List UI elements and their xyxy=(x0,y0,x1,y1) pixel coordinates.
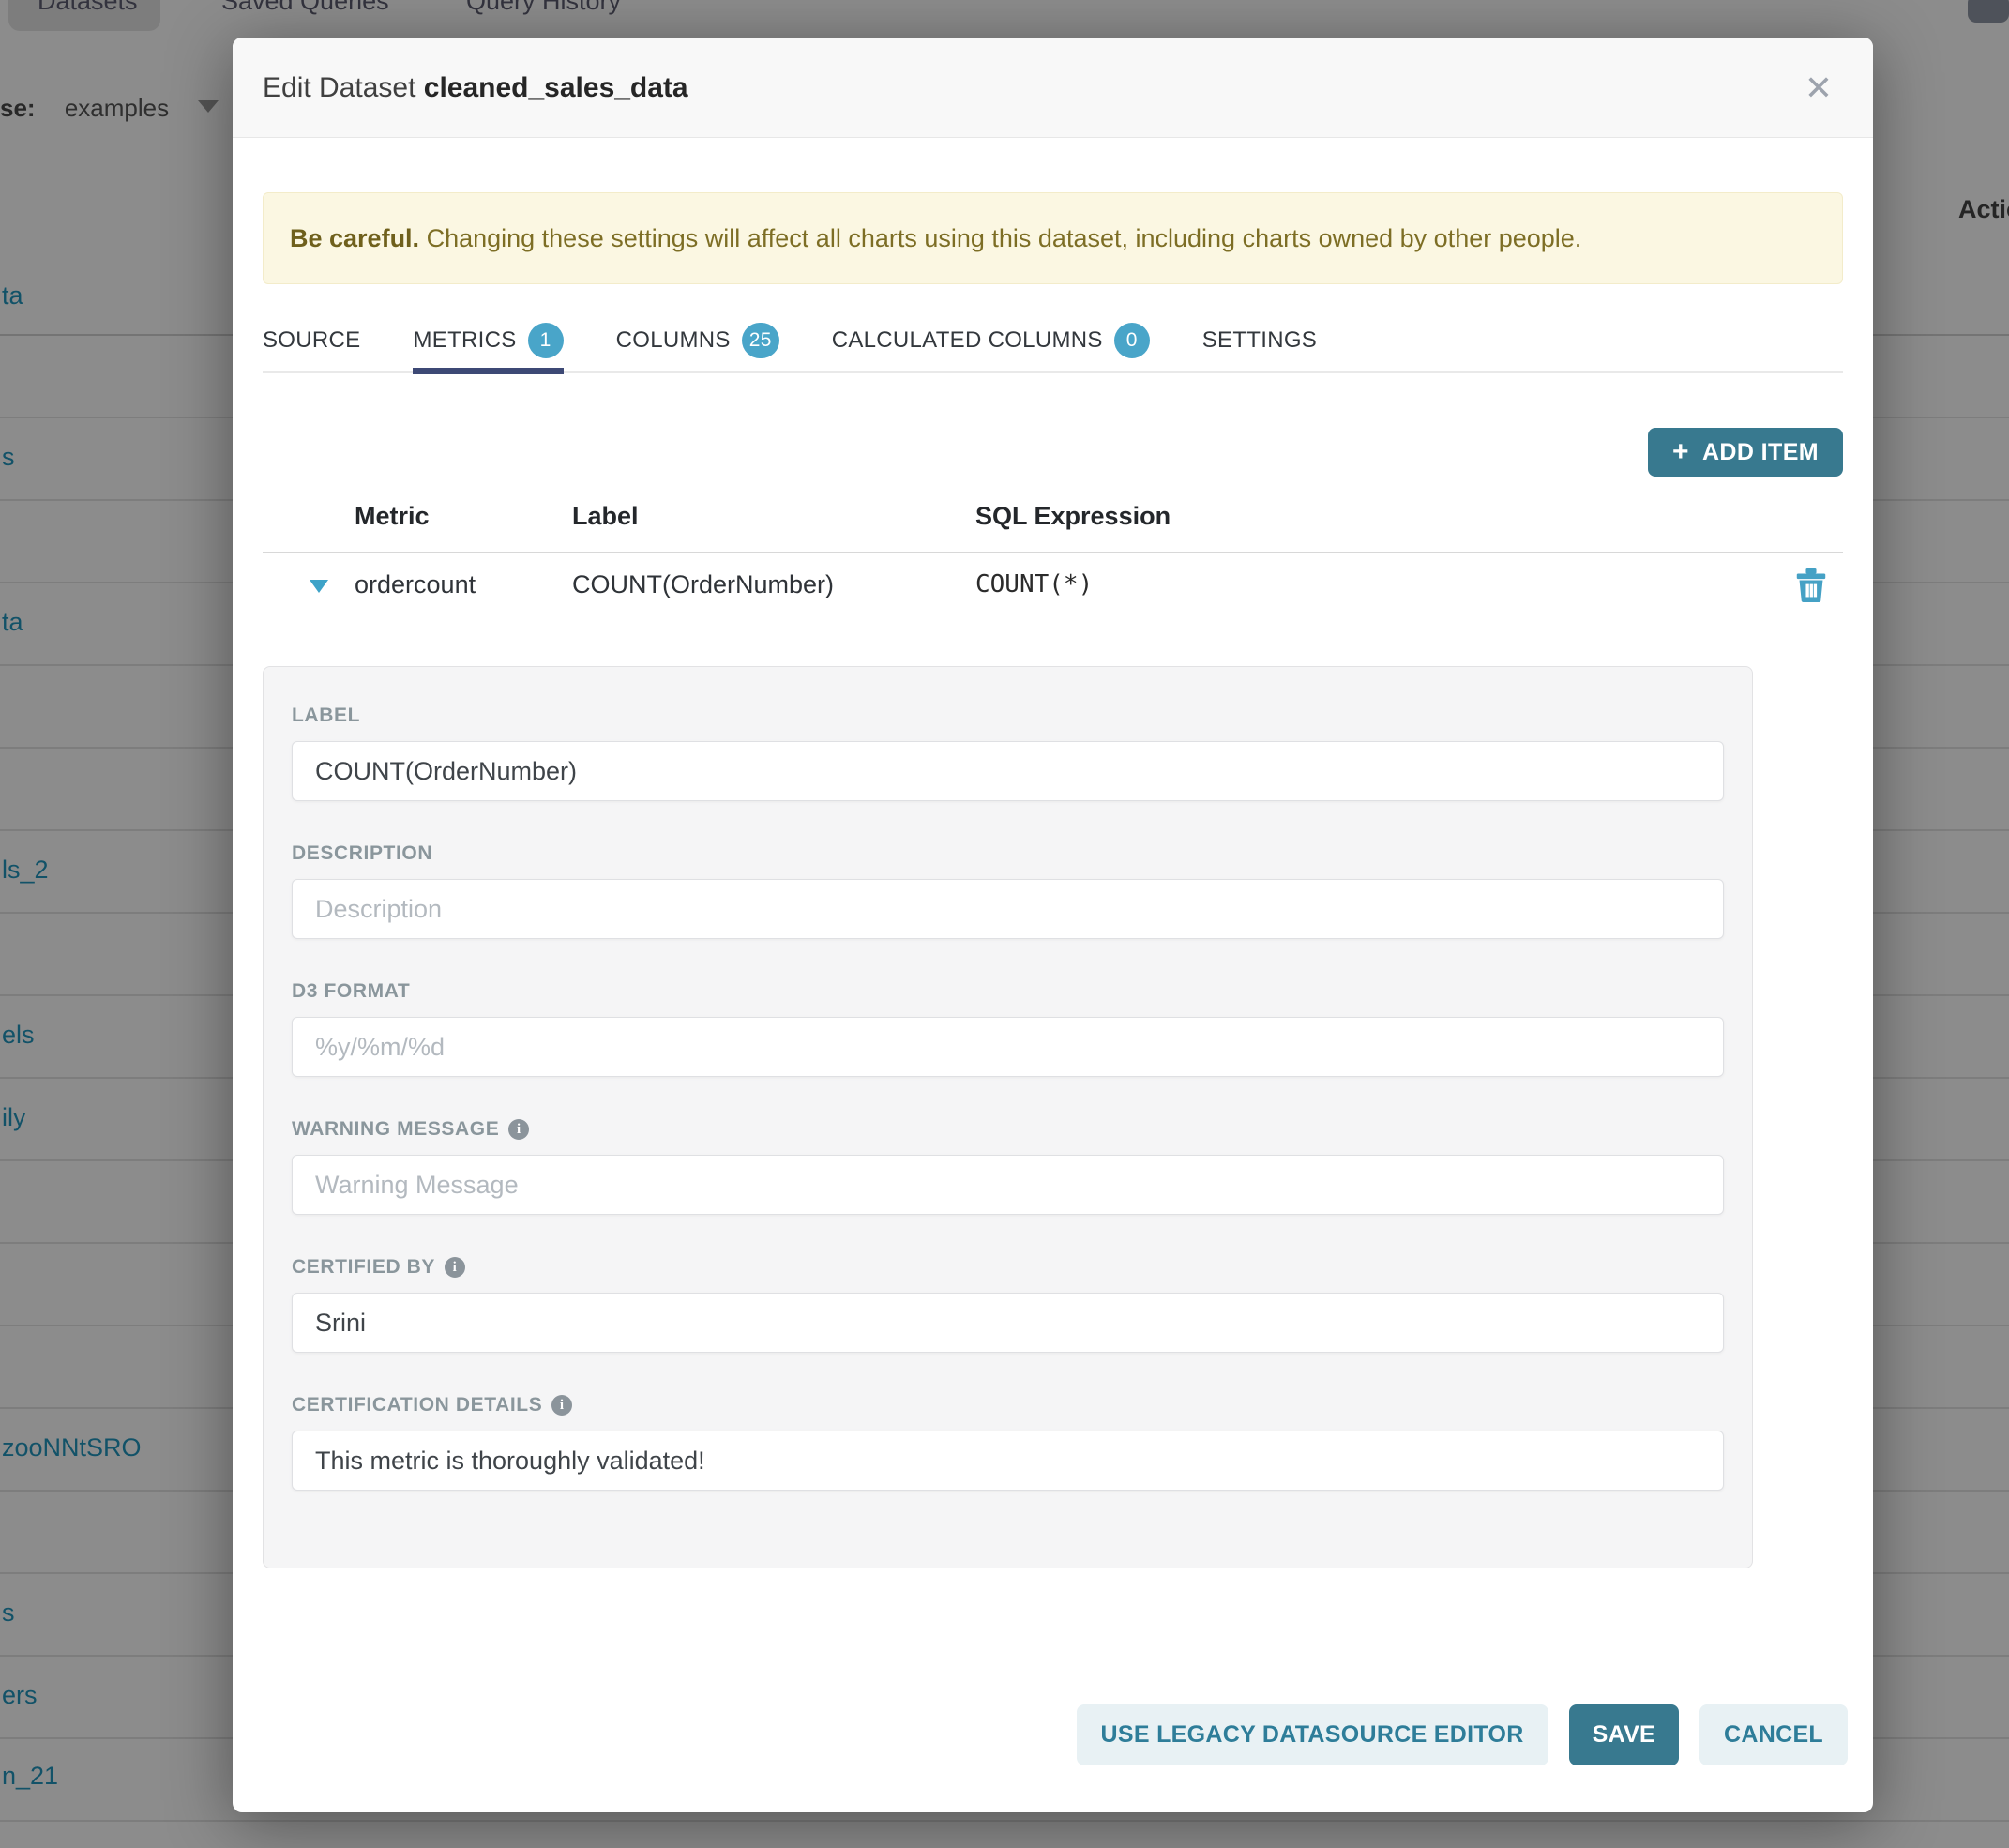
column-header-label: Label xyxy=(572,502,639,531)
metric-name-cell: ordercount xyxy=(355,570,476,599)
label-field-group: LABEL xyxy=(292,704,1724,801)
d3-format-field-title: D3 FORMAT xyxy=(292,980,1724,1003)
info-icon: i xyxy=(508,1119,529,1140)
trash-icon[interactable] xyxy=(1795,568,1827,602)
tab-settings-label: SETTINGS xyxy=(1202,327,1317,354)
cancel-button[interactable]: CANCEL xyxy=(1699,1704,1848,1765)
d3-format-input[interactable] xyxy=(292,1017,1724,1077)
add-item-label: ADD ITEM xyxy=(1702,439,1819,466)
metric-label-cell: COUNT(OrderNumber) xyxy=(572,570,834,599)
tab-metrics[interactable]: METRICS 1 xyxy=(413,309,563,372)
description-input[interactable] xyxy=(292,879,1724,939)
label-field-title: LABEL xyxy=(292,704,1724,727)
tab-source[interactable]: SOURCE xyxy=(263,309,360,372)
description-field-group: DESCRIPTION xyxy=(292,842,1724,939)
info-icon: i xyxy=(551,1395,572,1416)
screen: Datasets Saved Queries Query History se:… xyxy=(0,0,2009,1848)
label-input[interactable] xyxy=(292,741,1724,801)
certified-by-field-group: CERTIFIED BY i xyxy=(292,1256,1724,1353)
add-item-button[interactable]: + ADD ITEM xyxy=(1648,428,1843,477)
collapse-caret-icon[interactable] xyxy=(310,580,328,593)
warning-banner-text: Changing these settings will affect all … xyxy=(419,224,1581,252)
metric-sql-cell: COUNT(*) xyxy=(975,570,1093,598)
certification-details-field-group: CERTIFICATION DETAILS i xyxy=(292,1394,1724,1491)
certification-details-field-title-text: CERTIFICATION DETAILS xyxy=(292,1394,542,1416)
label-field-title-text: LABEL xyxy=(292,704,360,727)
certified-by-input[interactable] xyxy=(292,1293,1724,1353)
certification-details-field-title: CERTIFICATION DETAILS i xyxy=(292,1394,1724,1416)
info-icon: i xyxy=(445,1257,465,1278)
d3-format-field-title-text: D3 FORMAT xyxy=(292,980,410,1003)
modal-header: Edit Dataset cleaned_sales_data ✕ xyxy=(233,38,1873,138)
tab-columns-label: COLUMNS xyxy=(616,327,731,354)
modal-title-prefix: Edit Dataset xyxy=(263,72,424,103)
description-field-title: DESCRIPTION xyxy=(292,842,1724,865)
warning-banner: Be careful. Changing these settings will… xyxy=(263,192,1843,284)
certification-details-input[interactable] xyxy=(292,1431,1724,1491)
metric-detail-panel: LABEL DESCRIPTION D3 FORMAT WARNING MESS… xyxy=(263,666,1753,1568)
warning-banner-bold: Be careful. xyxy=(290,224,419,252)
save-button[interactable]: SAVE xyxy=(1569,1704,1679,1765)
use-legacy-datasource-editor-button[interactable]: USE LEGACY DATASOURCE EDITOR xyxy=(1077,1704,1548,1765)
column-header-metric: Metric xyxy=(355,502,430,531)
warning-message-input[interactable] xyxy=(292,1155,1724,1215)
warning-message-field-title: WARNING MESSAGE i xyxy=(292,1118,1724,1141)
calculated-columns-count-badge: 0 xyxy=(1114,323,1150,358)
close-icon[interactable]: ✕ xyxy=(1796,66,1841,111)
d3-format-field-group: D3 FORMAT xyxy=(292,980,1724,1077)
certified-by-field-title: CERTIFIED BY i xyxy=(292,1256,1724,1279)
metrics-count-badge: 1 xyxy=(528,323,564,358)
modal-title: Edit Dataset cleaned_sales_data xyxy=(263,38,688,138)
tab-settings[interactable]: SETTINGS xyxy=(1202,309,1317,372)
tab-source-label: SOURCE xyxy=(263,327,360,354)
modal-tab-bar: SOURCE METRICS 1 COLUMNS 25 CALCULATED C… xyxy=(263,310,1843,373)
modal-title-dataset-name: cleaned_sales_data xyxy=(424,72,688,103)
modal-footer: USE LEGACY DATASOURCE EDITOR SAVE CANCEL xyxy=(1077,1704,1848,1765)
description-field-title-text: DESCRIPTION xyxy=(292,842,432,865)
tab-calculated-columns[interactable]: CALCULATED COLUMNS 0 xyxy=(832,309,1150,372)
certified-by-field-title-text: CERTIFIED BY xyxy=(292,1256,435,1279)
warning-message-field-group: WARNING MESSAGE i xyxy=(292,1118,1724,1215)
columns-count-badge: 25 xyxy=(742,323,779,358)
tab-columns[interactable]: COLUMNS 25 xyxy=(616,309,779,372)
metrics-table-divider xyxy=(263,552,1843,553)
tab-calculated-columns-label: CALCULATED COLUMNS xyxy=(832,327,1103,354)
tab-metrics-label: METRICS xyxy=(413,327,516,354)
edit-dataset-modal: Edit Dataset cleaned_sales_data ✕ Be car… xyxy=(233,38,1873,1812)
warning-message-field-title-text: WARNING MESSAGE xyxy=(292,1118,499,1141)
plus-icon: + xyxy=(1672,438,1689,466)
column-header-sql-expression: SQL Expression xyxy=(975,502,1171,531)
